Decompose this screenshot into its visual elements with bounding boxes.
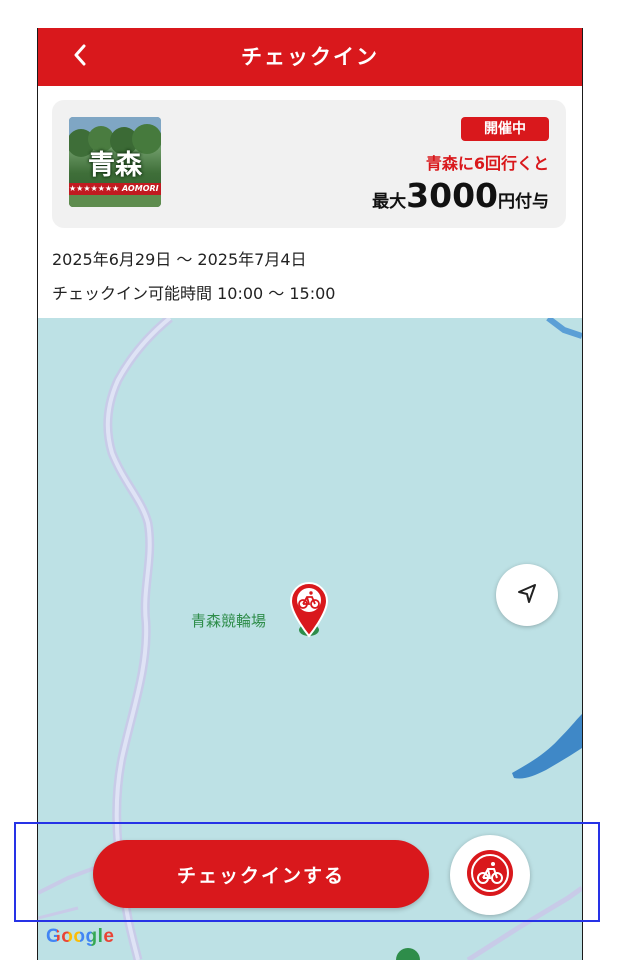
page-title: チェックイン xyxy=(241,45,379,69)
place-label: 青森競輪場 xyxy=(191,612,267,630)
promo-text: 青森に6回行くと xyxy=(425,154,549,173)
event-card: 青森 ★★★★★★★ AOMORI 開催中 青森に6回行くと 最大3000円付与 xyxy=(52,100,566,228)
reward-text: 最大3000円付与 xyxy=(372,178,549,220)
bicycle-icon xyxy=(465,848,515,902)
thumbnail-band: ★★★★★★★ AOMORI xyxy=(69,183,161,195)
app-header: チェックイン xyxy=(38,28,582,86)
locate-button[interactable] xyxy=(496,564,558,626)
event-dates: 2025年6月29日 〜 2025年7月4日 xyxy=(52,250,307,269)
status-badge: 開催中 xyxy=(461,117,549,141)
phone-screen: チェックイン 青森 ★★★★★★★ AOMORI 開催中 青森に6回行くと 最大… xyxy=(37,28,583,960)
event-info: 青森 ★★★★★★★ AOMORI 開催中 青森に6回行くと 最大3000円付与… xyxy=(38,86,582,318)
venue-pin[interactable] xyxy=(288,580,330,642)
google-attribution: Google xyxy=(46,926,115,947)
reward-amount: 3000 xyxy=(406,176,498,215)
map-view[interactable]: 青森競輪場 チェックインする Google xyxy=(38,318,582,960)
bike-button[interactable] xyxy=(450,835,530,915)
thumbnail-title: 青森 xyxy=(88,150,142,181)
navigation-arrow-icon xyxy=(516,582,538,608)
checkin-button[interactable]: チェックインする xyxy=(93,840,429,908)
google-logo: Google xyxy=(46,926,114,948)
event-thumbnail: 青森 ★★★★★★★ AOMORI xyxy=(69,117,161,207)
reward-suffix: 円付与 xyxy=(498,192,549,212)
reward-prefix: 最大 xyxy=(372,192,407,212)
checkin-hours: チェックイン可能時間 10:00 〜 15:00 xyxy=(52,284,336,303)
